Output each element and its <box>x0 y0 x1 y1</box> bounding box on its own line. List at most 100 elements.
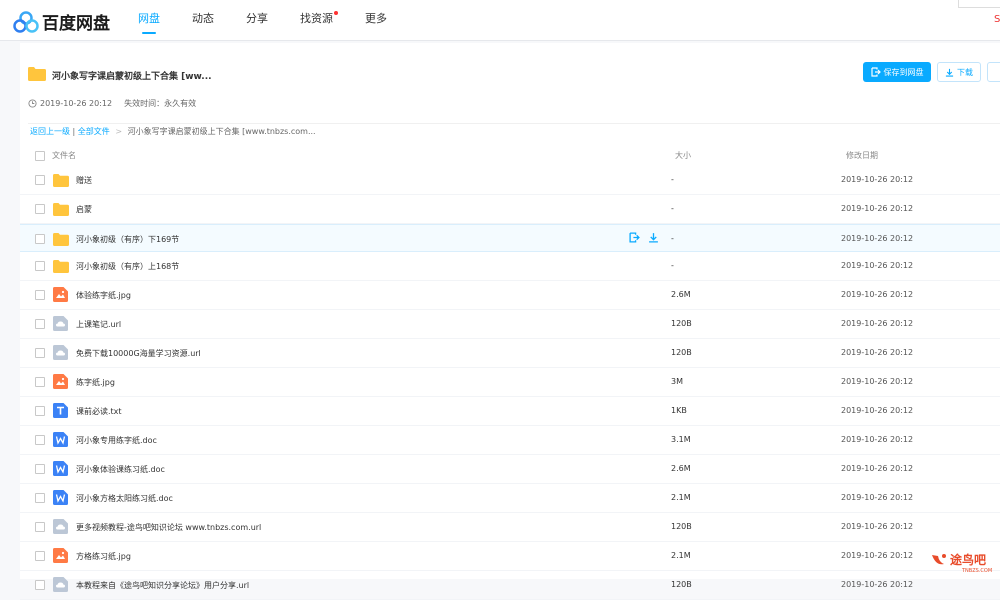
bird-logo-icon <box>932 553 946 564</box>
file-name[interactable]: 本教程来自《途鸟吧知识分享论坛》用户分享.url <box>76 580 249 591</box>
baidu-netdisk-logo[interactable]: 百度网盘 <box>13 9 110 34</box>
row-checkbox[interactable] <box>35 290 45 300</box>
row-checkbox[interactable] <box>35 580 45 590</box>
file-row[interactable]: 河小象方格太阳练习纸.doc 2.1M 2019-10-26 20:12 <box>20 484 1000 513</box>
save-icon <box>870 67 881 77</box>
row-checkbox[interactable] <box>35 551 45 561</box>
file-row[interactable]: 方格练习纸.jpg 2.1M 2019-10-26 20:12 <box>20 542 1000 571</box>
file-name[interactable]: 练字纸.jpg <box>76 377 115 388</box>
file-name[interactable]: 河小象初级（有序）下169节 <box>76 234 179 245</box>
file-size: 2.6M <box>671 464 691 473</box>
column-date[interactable]: 修改日期 <box>846 150 878 161</box>
save-to-netdisk-button[interactable]: 保存到网盘 <box>863 62 931 82</box>
select-all-checkbox[interactable] <box>35 151 45 161</box>
word-file-icon <box>53 461 68 476</box>
row-checkbox[interactable] <box>35 493 45 503</box>
row-checkbox[interactable] <box>35 464 45 474</box>
file-name[interactable]: 河小象专用练字纸.doc <box>76 435 157 446</box>
more-button[interactable] <box>987 62 1000 82</box>
row-checkbox[interactable] <box>35 522 45 532</box>
file-size: 120B <box>671 522 692 531</box>
nav-item-label: 网盘 <box>138 12 160 25</box>
file-row[interactable]: 上课笔记.url 120B 2019-10-26 20:12 <box>20 310 1000 339</box>
download-icon <box>945 68 954 77</box>
folder-icon <box>53 233 69 246</box>
file-name[interactable]: 方格练习纸.jpg <box>76 551 131 562</box>
word-file-icon <box>53 490 68 505</box>
download-button-label: 下载 <box>957 67 973 77</box>
file-date: 2019-10-26 20:12 <box>841 261 914 270</box>
file-date: 2019-10-26 20:12 <box>841 551 914 560</box>
file-size: 3.1M <box>671 435 691 444</box>
file-row[interactable]: 本教程来自《途鸟吧知识分享论坛》用户分享.url 120B 2019-10-26 2… <box>20 571 1000 600</box>
file-row[interactable]: 免费下载10000G海量学习资源.url 120B 2019-10-26 20:12 <box>20 339 1000 368</box>
file-row[interactable]: 启蒙 - 2019-10-26 20:12 <box>20 195 1000 224</box>
row-checkbox[interactable] <box>35 319 45 329</box>
row-checkbox[interactable] <box>35 406 45 416</box>
file-size: 2.6M <box>671 290 691 299</box>
row-checkbox[interactable] <box>35 234 45 244</box>
nav-item-label: 动态 <box>192 12 214 25</box>
nav-item-4[interactable]: 更多 <box>365 0 387 40</box>
file-row[interactable]: 河小象初级（有序）上168节 - 2019-10-26 20:12 <box>20 252 1000 281</box>
file-name[interactable]: 赠送 <box>76 175 92 186</box>
top-bar: 百度网盘 网盘 动态 分享 找资源 更多 S <box>0 0 1000 41</box>
file-name[interactable]: 体验练字纸.jpg <box>76 290 131 301</box>
file-name[interactable]: 河小象方格太阳练习纸.doc <box>76 493 173 504</box>
image-file-icon <box>53 287 68 302</box>
file-row[interactable]: 河小象专用练字纸.doc 3.1M 2019-10-26 20:12 <box>20 426 1000 455</box>
file-date: 2019-10-26 20:12 <box>841 406 914 415</box>
column-name[interactable]: 文件名 <box>52 150 76 161</box>
file-name[interactable]: 河小象初级（有序）上168节 <box>76 261 179 272</box>
file-size: - <box>671 204 674 213</box>
file-row[interactable]: 课前必读.txt 1KB 2019-10-26 20:12 <box>20 397 1000 426</box>
nav-item-2[interactable]: 分享 <box>246 0 268 40</box>
row-checkbox[interactable] <box>35 435 45 445</box>
column-size[interactable]: 大小 <box>675 150 691 161</box>
file-date: 2019-10-26 20:12 <box>841 175 914 184</box>
all-files-link[interactable]: 全部文件 <box>78 127 110 136</box>
file-date: 2019-10-26 20:12 <box>841 580 914 589</box>
row-checkbox[interactable] <box>35 348 45 358</box>
file-size: 3M <box>671 377 683 386</box>
breadcrumb-arrow: > <box>115 127 123 136</box>
folder-icon <box>53 260 69 273</box>
watermark-sub: TNBZS.COM <box>962 568 993 574</box>
nav-item-1[interactable]: 动态 <box>192 0 214 40</box>
link-file-icon <box>53 345 68 360</box>
nav-item-0[interactable]: 网盘 <box>138 0 160 40</box>
file-date: 2019-10-26 20:12 <box>841 348 914 357</box>
file-row[interactable]: 练字纸.jpg 3M 2019-10-26 20:12 <box>20 368 1000 397</box>
download-icon[interactable] <box>648 232 659 243</box>
file-name[interactable]: 免费下载10000G海量学习资源.url <box>76 348 201 359</box>
file-name[interactable]: 启蒙 <box>76 204 92 215</box>
file-size: 120B <box>671 348 692 357</box>
share-title: 河小象写字课启蒙初级上下合集 [ww... <box>52 72 212 82</box>
file-row[interactable]: 河小象初级（有序）下169节 - 2019-10-26 20:12 <box>20 224 1000 252</box>
file-size: 1KB <box>671 406 687 415</box>
file-name[interactable]: 上课笔记.url <box>76 319 121 330</box>
row-checkbox[interactable] <box>35 261 45 271</box>
nav-item-3[interactable]: 找资源 <box>300 0 338 40</box>
file-row[interactable]: 更多视频教程-途鸟吧知识论坛 www.tnbzs.com.url 120B 2019… <box>20 513 1000 542</box>
expiry-time: 失效时间：永久有效 <box>124 99 197 108</box>
file-row[interactable]: 赠送 - 2019-10-26 20:12 <box>20 166 1000 195</box>
back-link[interactable]: 返回上一级 <box>30 127 70 136</box>
file-name[interactable]: 河小象体验课练习纸.doc <box>76 464 165 475</box>
share-panel: 河小象写字课启蒙初级上下合集 [ww... 保存到网盘 下载 2019-10-2… <box>20 43 1000 600</box>
link-file-icon <box>53 577 68 592</box>
file-size: 120B <box>671 580 692 589</box>
row-checkbox[interactable] <box>35 377 45 387</box>
file-date: 2019-10-26 20:12 <box>841 204 914 213</box>
save-icon[interactable] <box>629 232 640 243</box>
file-row[interactable]: 河小象体验课练习纸.doc 2.6M 2019-10-26 20:12 <box>20 455 1000 484</box>
file-size: 2.1M <box>671 551 691 560</box>
row-checkbox[interactable] <box>35 175 45 185</box>
file-row[interactable]: 体验练字纸.jpg 2.6M 2019-10-26 20:12 <box>20 281 1000 310</box>
top-right-text: S <box>994 14 1000 25</box>
row-checkbox[interactable] <box>35 204 45 214</box>
nav-item-label: 分享 <box>246 12 268 25</box>
file-name[interactable]: 更多视频教程-途鸟吧知识论坛 www.tnbzs.com.url <box>76 522 261 533</box>
file-name[interactable]: 课前必读.txt <box>76 406 122 417</box>
download-button[interactable]: 下载 <box>937 62 981 82</box>
